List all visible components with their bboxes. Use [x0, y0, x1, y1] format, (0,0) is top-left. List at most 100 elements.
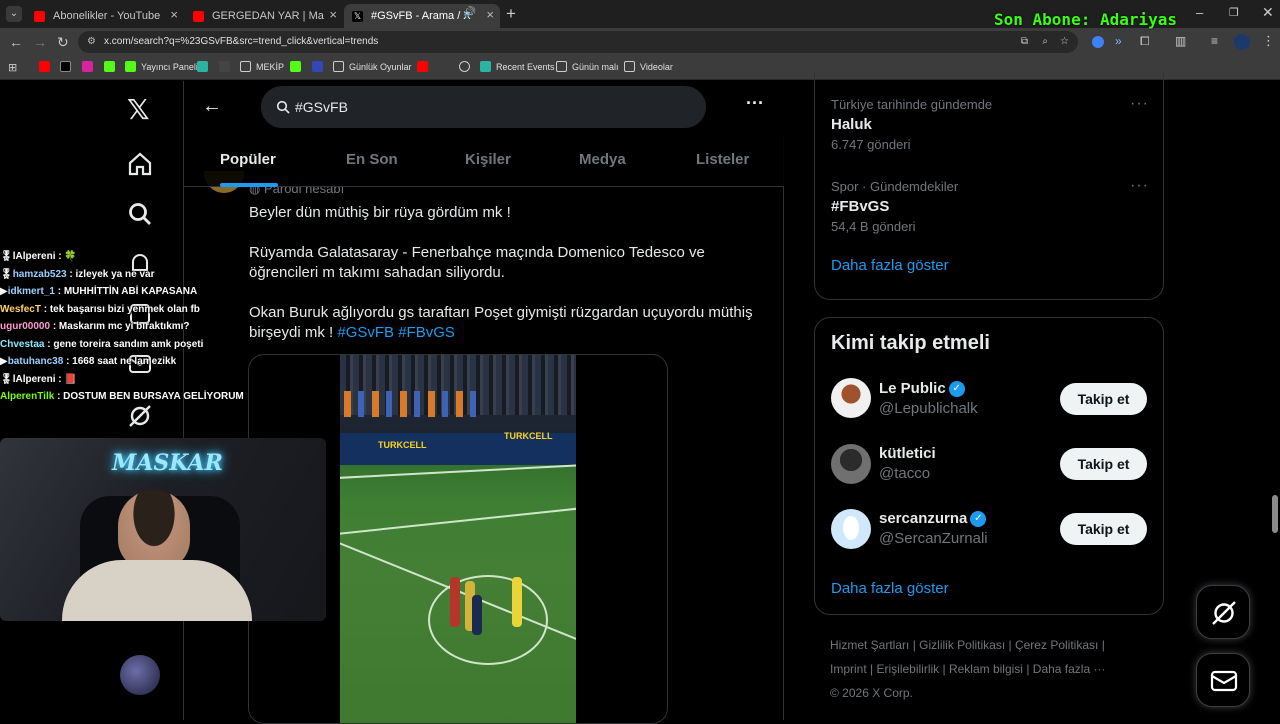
trends-card: Türkiye tarihinde gündemde Haluk 6.747 g…: [814, 71, 1164, 300]
home-icon[interactable]: [127, 151, 153, 177]
app-icon: [197, 61, 208, 72]
more-options-icon[interactable]: ···: [746, 93, 764, 114]
football-match-video[interactable]: TURKCELL TURKCELL: [340, 355, 576, 723]
bookmark-item[interactable]: [39, 61, 55, 72]
bookmark-item[interactable]: [459, 61, 475, 72]
bookmark-item[interactable]: [219, 61, 235, 72]
bookmark-item[interactable]: Günlük Oyunlar: [333, 61, 412, 72]
youtube-icon: [34, 10, 45, 22]
tab-media[interactable]: Medya: [579, 151, 626, 168]
page-scrollbar[interactable]: [1272, 495, 1278, 533]
trend-more-icon[interactable]: ···: [1130, 95, 1149, 113]
app-icon: [312, 61, 323, 72]
grok-button[interactable]: [1196, 585, 1250, 639]
extension-icon[interactable]: »: [1115, 34, 1122, 48]
bookmark-item[interactable]: [82, 61, 98, 72]
bookmark-item[interactable]: MEKİP: [240, 61, 284, 72]
close-tab-icon[interactable]: ×: [170, 7, 178, 22]
trends-show-more[interactable]: Daha fazla göster: [831, 257, 949, 274]
trend-item[interactable]: Spor · Gündemdekiler #FBvGS 54,4 B gönde…: [831, 179, 958, 234]
stewards: [344, 391, 484, 417]
browser-tab[interactable]: Abonelikler - YouTube ×: [26, 4, 184, 28]
bookmark-item[interactable]: Yayıncı Paneli: [125, 61, 198, 72]
follow-button[interactable]: Takip et: [1060, 448, 1147, 480]
reading-list-icon[interactable]: ≡: [1211, 34, 1218, 48]
x-icon: [60, 61, 71, 72]
trend-name: #FBvGS: [831, 198, 890, 215]
screen-cast-icon[interactable]: ⧉: [1021, 31, 1028, 53]
avatar[interactable]: [831, 509, 871, 549]
profile-avatar[interactable]: [1234, 34, 1250, 50]
neon-sign: MASKAR: [112, 450, 223, 476]
bookmark-item[interactable]: [197, 61, 213, 72]
chat-username: hamzab523: [12, 268, 67, 280]
x-logo-icon[interactable]: 𝕏: [127, 93, 150, 126]
tab-popular[interactable]: Popüler: [220, 151, 276, 168]
minimize-icon[interactable]: –: [1196, 5, 1203, 20]
bookmark-item[interactable]: Günün malı: [556, 61, 619, 72]
sidebar-icon[interactable]: ▥: [1175, 34, 1186, 48]
forward-icon[interactable]: →: [33, 34, 47, 50]
menu-icon[interactable]: ⋮: [1262, 33, 1275, 49]
bookmark-star-icon[interactable]: ☆: [1060, 31, 1069, 53]
site-info-icon[interactable]: ⚙: [87, 31, 96, 53]
bookmark-item[interactable]: [60, 61, 76, 72]
footer-link[interactable]: Erişilebilirlik: [876, 662, 939, 676]
back-icon[interactable]: ←: [9, 34, 23, 50]
follow-suggestion[interactable]: Le Public ✓ @Lepublichalk: [879, 380, 978, 417]
restore-icon[interactable]: ❐: [1229, 6, 1239, 19]
new-tab-button[interactable]: +: [506, 4, 516, 24]
bookmark-item[interactable]: [104, 61, 120, 72]
account-avatar[interactable]: [120, 655, 160, 695]
footer-link[interactable]: Çerez Politikası: [1015, 638, 1098, 652]
zoom-icon[interactable]: ⌕: [1042, 31, 1048, 53]
bookmark-item[interactable]: [290, 61, 306, 72]
extension-icon[interactable]: [1092, 36, 1104, 48]
tab-search-icon[interactable]: ⌄: [6, 6, 22, 22]
app-icon: [480, 61, 491, 72]
audio-playing-icon[interactable]: 🔊: [464, 7, 476, 18]
avatar[interactable]: [831, 378, 871, 418]
badge-icon: 🎖: [0, 251, 13, 262]
footer-link[interactable]: Imprint: [830, 662, 867, 676]
address-bar[interactable]: ⚙ x.com/search?q=%23GSvFB&src=trend_clic…: [78, 31, 1078, 53]
messages-button[interactable]: [1196, 653, 1250, 707]
hashtag-link[interactable]: #FBvGS: [398, 324, 455, 341]
bookmark-item[interactable]: Videolar: [624, 61, 673, 72]
close-tab-icon[interactable]: ×: [329, 7, 337, 22]
tab-people[interactable]: Kişiler: [465, 151, 511, 168]
footer-link[interactable]: Reklam bilgisi: [949, 662, 1023, 676]
avatar[interactable]: [831, 444, 871, 484]
follow-button[interactable]: Takip et: [1060, 383, 1147, 415]
trend-item[interactable]: Türkiye tarihinde gündemde Haluk 6.747 g…: [831, 97, 992, 152]
tab-latest[interactable]: En Son: [346, 151, 398, 168]
apps-grid-icon[interactable]: ⊞: [8, 61, 17, 74]
browser-tab[interactable]: GERGEDAN YAR | Madara Olduğ ×: [185, 4, 343, 28]
bookmark-item[interactable]: Recent Events: [480, 61, 555, 72]
tab-lists[interactable]: Listeler: [696, 151, 749, 168]
close-tab-icon[interactable]: ×: [486, 7, 494, 22]
hashtag-link[interactable]: #GSvFB: [337, 324, 394, 341]
puzzle-icon[interactable]: ⧠: [1140, 34, 1150, 49]
search-tabs: Popüler En Son Kişiler Medya Listeler: [184, 135, 784, 187]
footer-link[interactable]: Gizlilik Politikası: [919, 638, 1005, 652]
search-input[interactable]: #GSvFB: [261, 86, 706, 128]
trend-more-icon[interactable]: ···: [1130, 177, 1149, 195]
follow-button[interactable]: Takip et: [1060, 513, 1147, 545]
follow-suggestion[interactable]: sercanzurna ✓ @SercanZurnali: [879, 510, 988, 547]
browser-tab-active[interactable]: 𝕏 #GSvFB - Arama / X 🔊 ×: [344, 4, 500, 28]
player: [512, 577, 522, 627]
follow-suggestion[interactable]: kütletici @tacco: [879, 445, 936, 482]
footer-link[interactable]: Hizmet Şartları: [830, 638, 909, 652]
footer-link[interactable]: Daha fazla ···: [1033, 662, 1106, 676]
kick-icon: [125, 61, 136, 72]
back-arrow-icon[interactable]: ←: [202, 95, 222, 118]
search-icon[interactable]: [127, 201, 153, 227]
close-window-icon[interactable]: ✕: [1262, 4, 1274, 21]
reload-icon[interactable]: ↻: [57, 34, 69, 51]
follow-show-more[interactable]: Daha fazla göster: [831, 580, 949, 597]
bookmark-item[interactable]: [417, 61, 433, 72]
streamer-webcam: MASKAR: [0, 438, 326, 621]
grok-slash-icon[interactable]: [127, 403, 153, 429]
bookmark-item[interactable]: [312, 61, 328, 72]
